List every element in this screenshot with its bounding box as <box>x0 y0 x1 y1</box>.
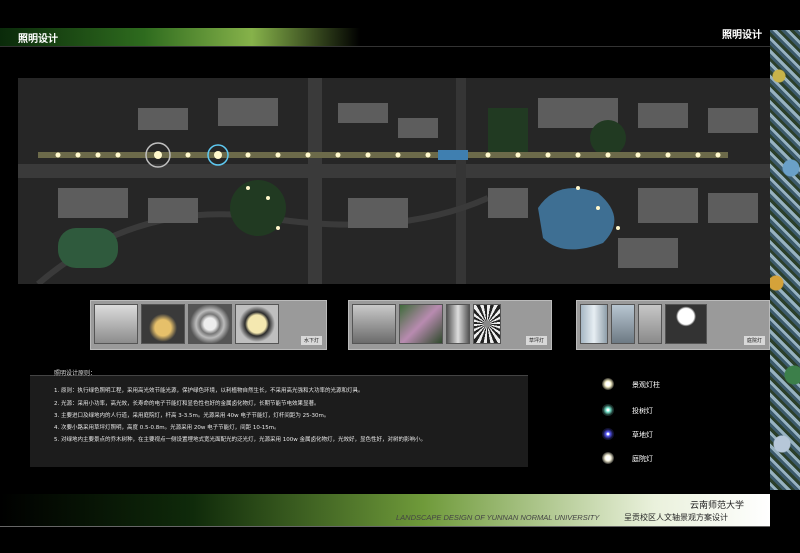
principle-item: 1. 原则：执行绿色照明工程，采用高光效节能光源，保护绿色环境，以利植物自然生长… <box>54 388 364 394</box>
principle-item: 4. 次要小路采用草坪灯照明，高度 0.5-0.8m。光源采用 20w 电子节能… <box>54 425 280 431</box>
lamp-post-icon <box>602 378 614 390</box>
principles-title: 照明设计原则： <box>54 370 97 377</box>
principle-item: 3. 主要进口及绿地内的人行道，采用庭院灯，杆高 3-3.5m。光源采用 40w… <box>54 413 330 419</box>
footer-divider <box>0 526 770 527</box>
lamp-photo <box>188 304 232 344</box>
lamp-photo <box>446 304 470 344</box>
lamp-photo <box>638 304 662 344</box>
lamp-photo <box>399 304 443 344</box>
photo-strip-lawn-lamps: 草坪灯 <box>348 300 552 350</box>
lamp-photo <box>352 304 396 344</box>
lawn-lamp-icon <box>602 428 614 440</box>
lamp-photo <box>94 304 138 344</box>
page-title-right: 照明设计 <box>722 30 762 41</box>
lamp-photo <box>141 304 185 344</box>
legend-label: 投树灯 <box>632 407 653 415</box>
tree-spotlight-icon <box>602 404 614 416</box>
aerial-plan-drawing <box>18 78 770 284</box>
university-name-en: LANDSCAPE DESIGN OF YUNNAN NORMAL UNIVER… <box>396 513 600 522</box>
header-divider <box>0 46 770 47</box>
aerial-lighting-plan <box>18 78 770 284</box>
garden-lamp-icon <box>602 452 614 464</box>
legend-label: 草地灯 <box>632 431 653 439</box>
lamp-photo <box>611 304 635 344</box>
lamp-photo <box>235 304 279 344</box>
page-title: 照明设计 <box>18 34 58 45</box>
lamp-photo <box>473 304 501 344</box>
mosaic-decoration <box>770 30 800 490</box>
strip-label: 庭院灯 <box>743 336 765 345</box>
legend-label: 庭院灯 <box>632 455 653 463</box>
project-title: 呈贡校区人文轴景观方案设计 <box>624 513 728 522</box>
legend-label: 景观灯柱 <box>632 381 660 389</box>
lamp-photo <box>580 304 608 344</box>
photo-strip-underwater-lamps: 水下灯 <box>90 300 327 350</box>
principle-item: 5. 对绿地内主要景点的乔木树种，在主要视点一侧设置埋地式宽光面配光的泛光灯，光… <box>54 437 426 443</box>
strip-label: 草坪灯 <box>525 336 547 345</box>
lamp-photo <box>665 304 707 344</box>
strip-label: 水下灯 <box>300 336 322 345</box>
photo-strip-garden-lamps: 庭院灯 <box>576 300 770 350</box>
university-name-cn: 云南师范大学 <box>690 501 745 511</box>
principle-item: 2. 光源：采用小功率，高光效，长寿命的电子节能灯和显色性也好的金属卤化物灯，长… <box>54 401 320 407</box>
